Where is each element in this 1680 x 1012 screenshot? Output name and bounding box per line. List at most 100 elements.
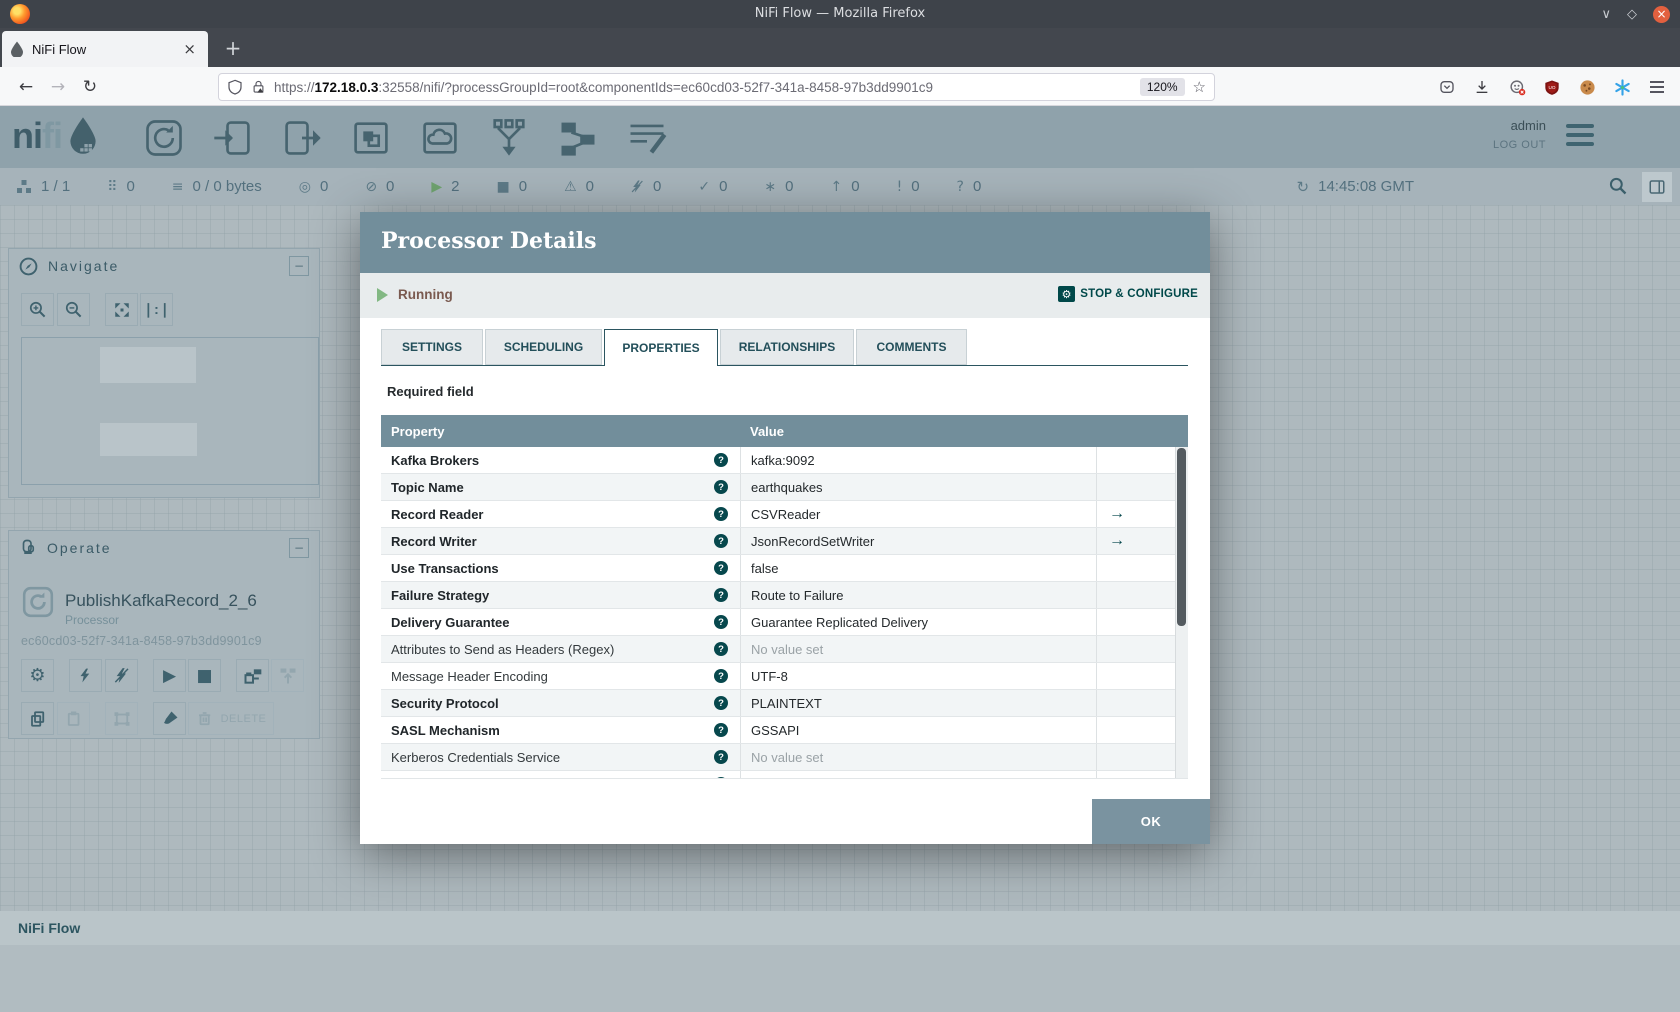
- property-value[interactable]: No value set: [740, 636, 1096, 662]
- property-help-icon[interactable]: ?: [714, 561, 728, 575]
- window-maximize-icon[interactable]: ◇: [1627, 7, 1637, 22]
- property-help-icon[interactable]: ?: [714, 480, 728, 494]
- lock-warning-icon[interactable]: [251, 79, 266, 95]
- tab-properties[interactable]: PROPERTIES: [604, 329, 718, 366]
- property-row[interactable]: Topic Name? earthquakes: [381, 474, 1188, 501]
- zoom-fit-button[interactable]: [105, 293, 138, 326]
- forward-button[interactable]: →: [44, 73, 72, 101]
- tab-scheduling[interactable]: SCHEDULING: [485, 329, 602, 365]
- property-value[interactable]: Route to Failure: [740, 582, 1096, 608]
- template-palette-icon[interactable]: [556, 116, 600, 160]
- property-value[interactable]: PLAINTEXT: [740, 690, 1096, 716]
- pocket-icon[interactable]: [1438, 78, 1456, 96]
- input-port-palette-icon[interactable]: [211, 116, 255, 160]
- browser-tab-nifi-flow[interactable]: NiFi Flow ×: [2, 31, 208, 67]
- logout-link[interactable]: LOG OUT: [1493, 139, 1546, 151]
- property-value[interactable]: JsonRecordSetWriter: [740, 528, 1096, 554]
- birdseye-minimap[interactable]: [21, 337, 319, 485]
- back-button[interactable]: ←: [12, 73, 40, 101]
- remote-process-group-palette-icon[interactable]: [418, 116, 462, 160]
- property-row[interactable]: SASL Mechanism? GSSAPI: [381, 717, 1188, 744]
- tab-relationships[interactable]: RELATIONSHIPS: [720, 329, 854, 365]
- table-scrollbar[interactable]: [1175, 447, 1188, 778]
- property-row[interactable]: Security Protocol? PLAINTEXT: [381, 690, 1188, 717]
- downloads-icon[interactable]: [1473, 78, 1491, 96]
- property-value[interactable]: No value set: [740, 771, 1096, 778]
- shield-icon[interactable]: [227, 79, 243, 95]
- navigate-collapse-icon[interactable]: −: [289, 256, 309, 276]
- containers-extension-icon[interactable]: [1508, 78, 1526, 96]
- upload-template-button[interactable]: [271, 659, 304, 692]
- go-to-service-arrow-icon[interactable]: →: [1096, 501, 1175, 527]
- tab-comments[interactable]: COMMENTS: [856, 329, 967, 365]
- property-value[interactable]: UTF-8: [740, 663, 1096, 689]
- tab-close-icon[interactable]: ×: [179, 40, 200, 58]
- go-to-service-arrow-icon[interactable]: →: [1096, 528, 1175, 554]
- bookmark-star-icon[interactable]: ☆: [1193, 78, 1206, 96]
- ok-button[interactable]: OK: [1092, 799, 1210, 844]
- stop-button[interactable]: ■: [188, 659, 221, 692]
- property-value[interactable]: earthquakes: [740, 474, 1096, 500]
- delete-button[interactable]: DELETE: [188, 702, 274, 735]
- property-value[interactable]: No value set: [740, 744, 1096, 770]
- save-template-button[interactable]: [236, 659, 269, 692]
- property-help-icon[interactable]: ?: [714, 507, 728, 521]
- cookie-extension-icon[interactable]: [1578, 78, 1596, 96]
- processor-palette-icon[interactable]: [142, 116, 186, 160]
- url-bar[interactable]: https://172.18.0.3:32558/nifi/?processGr…: [218, 73, 1215, 101]
- property-help-icon[interactable]: ?: [714, 534, 728, 548]
- window-minimize-icon[interactable]: ∨: [1601, 7, 1611, 22]
- property-help-icon[interactable]: ?: [714, 453, 728, 467]
- output-port-palette-icon[interactable]: [280, 116, 324, 160]
- tab-settings[interactable]: SETTINGS: [381, 329, 483, 365]
- ublock-origin-icon[interactable]: UO: [1543, 78, 1561, 96]
- property-value[interactable]: false: [740, 555, 1096, 581]
- breadcrumb[interactable]: NiFi Flow: [18, 920, 80, 936]
- property-row[interactable]: Kerberos Credentials Service? No value se…: [381, 744, 1188, 771]
- enable-button[interactable]: [69, 659, 102, 692]
- new-tab-button[interactable]: +: [218, 33, 248, 63]
- property-help-icon[interactable]: ?: [714, 750, 728, 764]
- start-button[interactable]: ▶: [153, 659, 186, 692]
- property-help-icon[interactable]: ?: [714, 723, 728, 737]
- disable-button[interactable]: [105, 659, 138, 692]
- operate-collapse-icon[interactable]: −: [289, 538, 309, 558]
- property-help-icon[interactable]: ?: [714, 642, 728, 656]
- property-row[interactable]: Record Writer? JsonRecordSetWriter →: [381, 528, 1188, 555]
- property-row[interactable]: Attributes to Send as Headers (Regex)? No…: [381, 636, 1188, 663]
- property-value[interactable]: kafka:9092: [740, 447, 1096, 473]
- funnel-palette-icon[interactable]: [487, 116, 531, 160]
- property-row[interactable]: Record Reader? CSVReader →: [381, 501, 1188, 528]
- copy-button[interactable]: [21, 702, 54, 735]
- window-close-icon[interactable]: ×: [1653, 5, 1670, 23]
- process-group-palette-icon[interactable]: [349, 116, 393, 160]
- property-row[interactable]: Delivery Guarantee? Guarantee Replicated …: [381, 609, 1188, 636]
- zoom-level-badge[interactable]: 120%: [1139, 78, 1185, 96]
- property-value[interactable]: CSVReader: [740, 501, 1096, 527]
- property-value[interactable]: Guarantee Replicated Delivery: [740, 609, 1096, 635]
- reload-button[interactable]: ↻: [76, 73, 104, 101]
- property-help-icon[interactable]: ?: [714, 615, 728, 629]
- zoom-in-button[interactable]: [21, 293, 54, 326]
- zoom-out-button[interactable]: [57, 293, 90, 326]
- stop-and-configure-button[interactable]: ⚙ STOP & CONFIGURE: [1058, 286, 1198, 302]
- configure-button[interactable]: ⚙: [21, 659, 54, 692]
- paste-button[interactable]: [57, 702, 90, 735]
- property-row[interactable]: Message Header Encoding? UTF-8: [381, 663, 1188, 690]
- table-scrollbar-thumb[interactable]: [1177, 448, 1186, 626]
- menu-hamburger-icon[interactable]: [1648, 78, 1666, 96]
- property-value[interactable]: GSSAPI: [740, 717, 1096, 743]
- property-row[interactable]: Kerberos Service Name? No value set: [381, 771, 1188, 778]
- search-icon[interactable]: [1608, 176, 1628, 196]
- group-button[interactable]: [105, 702, 138, 735]
- property-help-icon[interactable]: ?: [714, 588, 728, 602]
- toggle-panel-button[interactable]: [1642, 172, 1672, 202]
- refresh-icon[interactable]: ↻: [1297, 178, 1310, 196]
- label-palette-icon[interactable]: [625, 116, 669, 160]
- property-help-icon[interactable]: ?: [714, 777, 728, 778]
- property-row[interactable]: Failure Strategy? Route to Failure: [381, 582, 1188, 609]
- property-help-icon[interactable]: ?: [714, 696, 728, 710]
- global-menu-icon[interactable]: [1566, 124, 1594, 146]
- property-row[interactable]: Use Transactions? false: [381, 555, 1188, 582]
- brush-button[interactable]: [153, 702, 186, 735]
